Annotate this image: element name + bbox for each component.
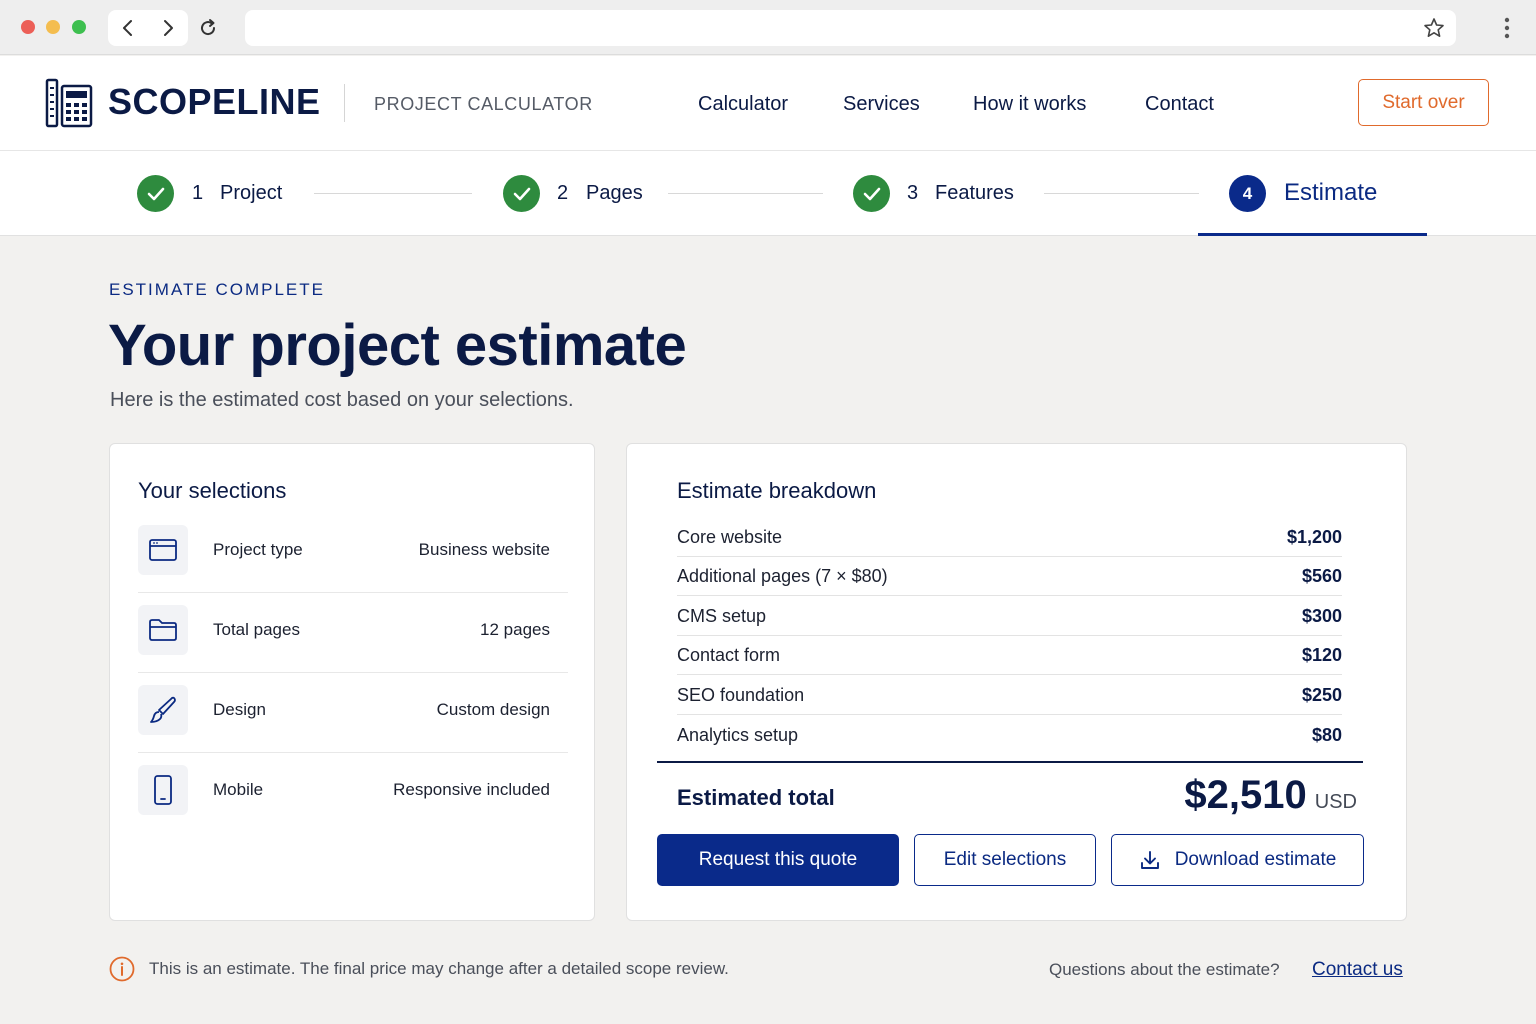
breakdown-label: SEO foundation <box>677 685 805 705</box>
disclaimer-text: This is an estimate. The final price may… <box>149 959 729 978</box>
breakdown-row: CMS setup $300 <box>677 596 1342 636</box>
back-arrow-icon[interactable] <box>108 10 148 46</box>
nav-contact[interactable]: Contact <box>1145 92 1214 116</box>
mobile-phone-icon <box>138 765 188 815</box>
breakdown-row: Contact form $120 <box>677 635 1342 675</box>
step-4-number[interactable]: 4 <box>1229 175 1266 212</box>
brand-subtitle: PROJECT CALCULATOR <box>374 94 593 114</box>
window-minimize-dot[interactable] <box>46 20 60 34</box>
brand-divider <box>344 84 345 122</box>
breakdown-value: $120 <box>1301 645 1342 665</box>
step-4-label[interactable]: Estimate <box>1284 179 1377 207</box>
step-1-label[interactable]: Project <box>220 181 282 205</box>
total-currency: USD <box>1314 791 1357 813</box>
selection-row-mobile: Mobile Responsive included <box>138 753 568 833</box>
breakdown-row: Core website $1,200 <box>677 517 1342 557</box>
total-amount: $2,510 USD <box>1184 772 1357 818</box>
nav-calculator[interactable]: Calculator <box>698 92 788 116</box>
browser-nav-buttons <box>108 10 188 46</box>
breakdown-label: CMS setup <box>677 606 767 626</box>
breakdown-value: $80 <box>1311 725 1342 745</box>
site-header: SCOPELINE PROJECT CALCULATOR Calculator … <box>0 56 1536 151</box>
questions-text: Questions about the estimate? <box>1049 960 1280 979</box>
selection-row-project-type: Project type Business website <box>138 513 568 593</box>
step-3-label[interactable]: Features <box>935 181 1014 205</box>
selection-value: Custom design <box>436 700 550 719</box>
breakdown-row: Analytics setup $80 <box>677 715 1342 755</box>
total-divider <box>657 761 1363 763</box>
ruler-calculator-logo-icon <box>45 78 93 128</box>
contact-us-link[interactable]: Contact us <box>1312 958 1403 982</box>
forward-arrow-icon[interactable] <box>148 10 188 46</box>
selection-value: 12 pages <box>480 620 550 639</box>
breakdown-label: Analytics setup <box>677 725 799 745</box>
selection-row-design: Design Custom design <box>138 673 568 753</box>
breakdown-value: $250 <box>1301 685 1342 705</box>
step-2-check-icon[interactable] <box>503 175 540 212</box>
selection-value: Business website <box>418 540 550 559</box>
browser-chrome <box>0 0 1536 55</box>
step-2-number: 2 <box>557 182 569 204</box>
request-quote-button[interactable]: Request this quote <box>657 834 899 886</box>
start-over-button[interactable]: Start over <box>1358 79 1489 126</box>
breakdown-value: $300 <box>1301 606 1342 626</box>
paintbrush-icon <box>138 685 188 735</box>
window-close-dot[interactable] <box>21 20 35 34</box>
breakdown-label: Contact form <box>677 645 781 665</box>
selection-row-total-pages: Total pages 12 pages <box>138 593 568 673</box>
window-maximize-dot[interactable] <box>72 20 86 34</box>
selections-card: Your selections Project type Business we… <box>109 443 595 921</box>
bookmark-star-icon[interactable] <box>1422 16 1446 40</box>
edit-selections-button[interactable]: Edit selections <box>914 834 1096 886</box>
step-connector <box>314 193 472 194</box>
step-3-number: 3 <box>907 182 919 204</box>
download-icon <box>1140 851 1159 869</box>
step-connector <box>668 193 823 194</box>
breakdown-value: $1,200 <box>1286 527 1342 547</box>
download-estimate-button[interactable]: Download estimate <box>1111 834 1364 886</box>
active-step-underline <box>1198 233 1427 236</box>
progress-stepper: 1 Project 2 Pages 3 Features 4 Estimate <box>0 151 1536 236</box>
selection-label: Project type <box>213 540 303 559</box>
breakdown-row: SEO foundation $250 <box>677 675 1342 715</box>
step-3-check-icon[interactable] <box>853 175 890 212</box>
nav-services[interactable]: Services <box>843 92 920 116</box>
breakdown-title: Estimate breakdown <box>677 478 877 503</box>
selections-title: Your selections <box>138 478 287 503</box>
browser-window-icon <box>138 525 188 575</box>
breakdown-value: $560 <box>1301 566 1342 586</box>
selection-value: Responsive included <box>393 780 550 799</box>
info-icon <box>109 956 135 982</box>
browser-menu-icon[interactable] <box>1497 14 1517 42</box>
step-1-check-icon[interactable] <box>137 175 174 212</box>
selection-label: Total pages <box>213 620 300 639</box>
breakdown-label: Additional pages (7 × $80) <box>677 566 888 586</box>
nav-how-it-works[interactable]: How it works <box>973 92 1086 116</box>
breakdown-card: Estimate breakdown Core website $1,200 A… <box>626 443 1407 921</box>
page-title: Your project estimate <box>108 313 687 378</box>
total-value: $2,510 <box>1184 773 1307 817</box>
total-label: Estimated total <box>677 785 835 810</box>
download-estimate-label: Download estimate <box>1174 849 1337 870</box>
step-2-label[interactable]: Pages <box>586 181 643 205</box>
breakdown-row: Additional pages (7 × $80) $560 <box>677 556 1342 596</box>
step-connector <box>1044 193 1199 194</box>
page-subtitle: Here is the estimated cost based on your… <box>110 389 574 411</box>
brand-name[interactable]: SCOPELINE <box>108 82 321 122</box>
folder-icon <box>138 605 188 655</box>
selection-label: Design <box>213 700 266 719</box>
eyebrow-label: ESTIMATE COMPLETE <box>109 280 325 299</box>
step-1-number: 1 <box>192 182 204 204</box>
reload-icon[interactable] <box>192 10 224 46</box>
breakdown-label: Core website <box>677 527 783 547</box>
selection-label: Mobile <box>213 780 264 799</box>
address-bar[interactable] <box>245 10 1456 46</box>
